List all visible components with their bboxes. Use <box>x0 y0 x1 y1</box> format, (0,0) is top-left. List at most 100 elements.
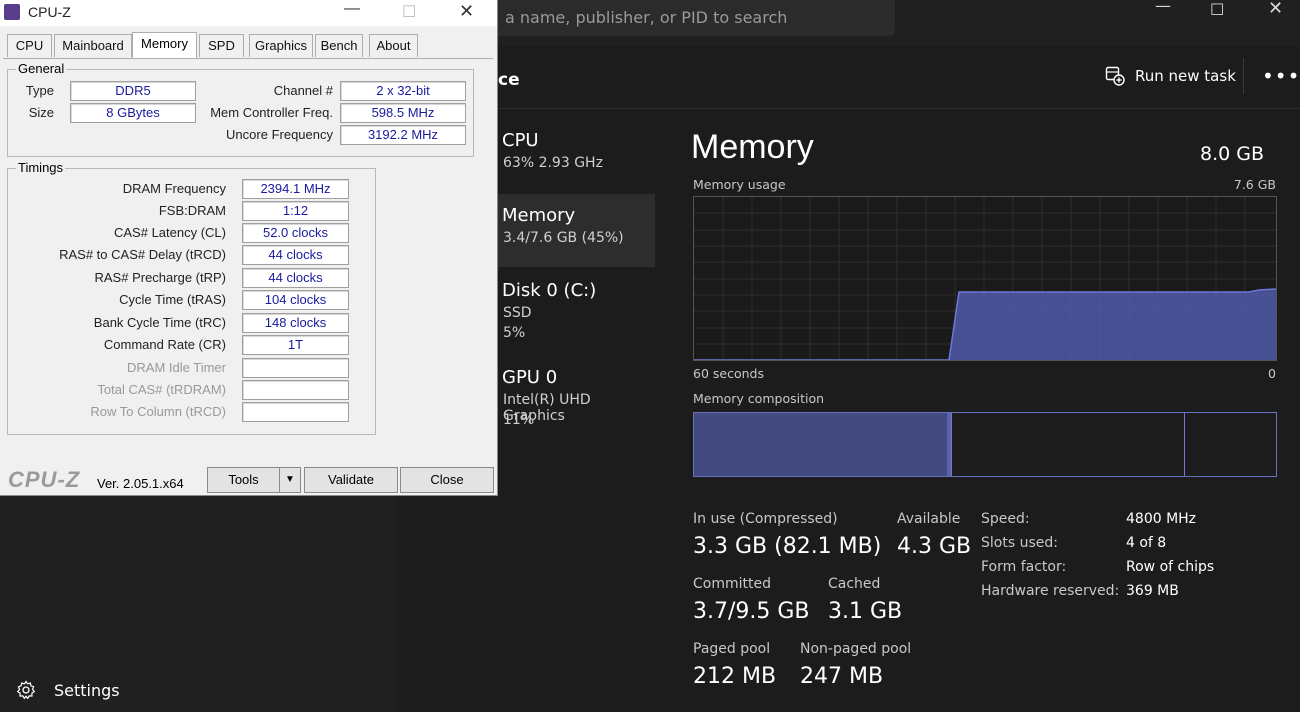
timing-label: Total CAS# (tRDRAM) <box>97 382 226 397</box>
mem-controller-freq-value: 598.5 MHz <box>340 103 466 123</box>
paged-pool-value: 212 MB <box>693 664 777 689</box>
non-paged-pool-label: Non-paged pool <box>800 641 912 657</box>
tab-about[interactable]: About <box>369 34 418 57</box>
usage-area <box>949 289 1276 360</box>
timing-value: 52.0 clocks <box>242 223 349 243</box>
graph-x-left-label: 60 seconds <box>693 366 764 381</box>
timing-value: 148 clocks <box>242 313 349 333</box>
cpuz-window-title: CPU-Z <box>28 4 71 20</box>
run-new-task-label: Run new task <box>1135 67 1236 85</box>
memory-usage-graph <box>693 196 1277 361</box>
cached-value: 3.1 GB <box>828 599 903 624</box>
perf-item-title: Disk 0 (C:) <box>502 280 597 301</box>
paged-pool-label: Paged pool <box>693 641 771 657</box>
timing-label: Cycle Time (tRAS) <box>119 292 226 307</box>
cpuz-minimize-button[interactable]: — <box>344 0 360 18</box>
committed-label: Committed <box>693 576 771 592</box>
committed-value: 3.7/9.5 GB <box>693 599 810 624</box>
cpuz-close-icon[interactable]: ✕ <box>459 1 474 22</box>
general-group-label: General <box>16 61 67 76</box>
cpuz-window: CPU-Z — ☐ ✕ CPU Mainboard Memory SPD Gra… <box>0 0 498 496</box>
memory-composition-label: Memory composition <box>693 391 825 406</box>
uncore-frequency-value: 3192.2 MHz <box>340 125 466 145</box>
available-label: Available <box>897 511 961 527</box>
perf-item-title: CPU <box>502 130 539 151</box>
timing-label: FSB:DRAM <box>158 203 226 218</box>
perf-item-gpu[interactable]: GPU 0 Intel(R) UHD Graphics 11% <box>492 361 655 437</box>
perf-item-disk[interactable]: Disk 0 (C:) SSD 5% <box>492 274 655 350</box>
timing-value: 1T <box>242 335 349 355</box>
perf-item-detail: SSD <box>503 305 532 321</box>
size-label: Size <box>28 105 54 120</box>
timing-label: DRAM Idle Timer <box>127 360 226 375</box>
timing-label: Bank Cycle Time (tRC) <box>93 315 226 330</box>
timing-label: RAS# to CAS# Delay (tRCD) <box>59 247 226 262</box>
tab-memory[interactable]: Memory <box>132 32 197 58</box>
perf-item-usage: 11% <box>503 412 535 428</box>
tab-spd[interactable]: SPD <box>199 34 244 57</box>
timing-value: 44 clocks <box>242 245 349 265</box>
composition-standby-divider <box>1184 413 1185 476</box>
non-paged-pool-value: 247 MB <box>800 664 884 689</box>
channel-label: Channel # <box>273 83 333 98</box>
more-options-icon[interactable]: ••• <box>1262 64 1300 88</box>
slots-used-label: Slots used: <box>981 535 1058 551</box>
tab-bench[interactable]: Bench <box>315 34 363 57</box>
type-label: Type <box>25 83 54 98</box>
timing-value: 104 clocks <box>242 290 349 310</box>
maximize-button[interactable]: ☐ <box>1210 0 1224 19</box>
settings-nav-item[interactable]: Settings <box>16 680 120 700</box>
memory-composition-bar <box>693 412 1277 477</box>
timings-group-label: Timings <box>16 160 66 175</box>
timing-label: DRAM Frequency <box>122 181 226 196</box>
timing-value <box>242 402 349 422</box>
timing-value: 44 clocks <box>242 268 349 288</box>
timing-value: 1:12 <box>242 201 349 221</box>
gear-icon <box>16 680 36 700</box>
perf-item-usage: 5% <box>503 325 526 341</box>
perf-item-memory[interactable]: Memory 3.4/7.6 GB (45%) <box>492 194 655 267</box>
perf-item-cpu[interactable]: CPU 63% 2.93 GHz <box>492 124 655 190</box>
hardware-reserved-label: Hardware reserved: <box>981 583 1120 599</box>
memory-total: 8.0 GB <box>1199 143 1264 165</box>
in-use-label: In use (Compressed) <box>693 511 838 527</box>
tools-button[interactable]: Tools <box>207 467 280 493</box>
close-window-button[interactable]: ✕ <box>1268 0 1283 19</box>
hardware-reserved-value: 369 MB <box>1126 583 1179 599</box>
memory-usage-max: 7.6 GB <box>1233 177 1276 192</box>
validate-button[interactable]: Validate <box>304 467 398 493</box>
cpuz-app-icon <box>4 4 20 20</box>
settings-label: Settings <box>54 680 120 700</box>
timing-value: 2394.1 MHz <box>242 179 349 199</box>
perf-item-title: GPU 0 <box>502 367 558 388</box>
cpuz-version: Ver. 2.05.1.x64 <box>97 476 184 491</box>
memory-usage-label: Memory usage <box>693 177 786 192</box>
timing-label: Command Rate (CR) <box>103 337 226 352</box>
tab-graphics[interactable]: Graphics <box>249 34 313 57</box>
available-value: 4.3 GB <box>897 534 972 559</box>
type-value: DDR5 <box>70 81 196 101</box>
run-new-task-button[interactable]: Run new task <box>1105 66 1236 86</box>
timing-value <box>242 380 349 400</box>
run-task-icon <box>1105 66 1125 86</box>
composition-in-use <box>694 413 947 476</box>
form-factor-label: Form factor: <box>981 559 1067 575</box>
header-divider <box>1243 58 1244 94</box>
timing-label: RAS# Precharge (tRP) <box>94 270 227 285</box>
channel-value: 2 x 32-bit <box>340 81 466 101</box>
size-value: 8 GBytes <box>70 103 196 123</box>
close-button[interactable]: Close <box>400 467 494 493</box>
in-use-value: 3.3 GB (82.1 MB) <box>693 534 882 559</box>
timing-value <box>242 358 349 378</box>
search-placeholder: a name, publisher, or PID to search <box>505 8 788 27</box>
minimize-button[interactable]: — <box>1155 0 1171 15</box>
tab-cpu[interactable]: CPU <box>7 34 52 57</box>
speed-value: 4800 MHz <box>1126 511 1197 527</box>
speed-label: Speed: <box>981 511 1030 527</box>
perf-item-detail: 3.4/7.6 GB (45%) <box>503 230 624 246</box>
timing-label: Row To Column (tRCD) <box>90 404 226 419</box>
tools-dropdown-chevron-icon[interactable]: ▼ <box>279 467 301 493</box>
perf-item-title: Memory <box>502 205 576 226</box>
tab-mainboard[interactable]: Mainboard <box>54 34 132 57</box>
uncore-frequency-label: Uncore Frequency <box>226 127 333 142</box>
